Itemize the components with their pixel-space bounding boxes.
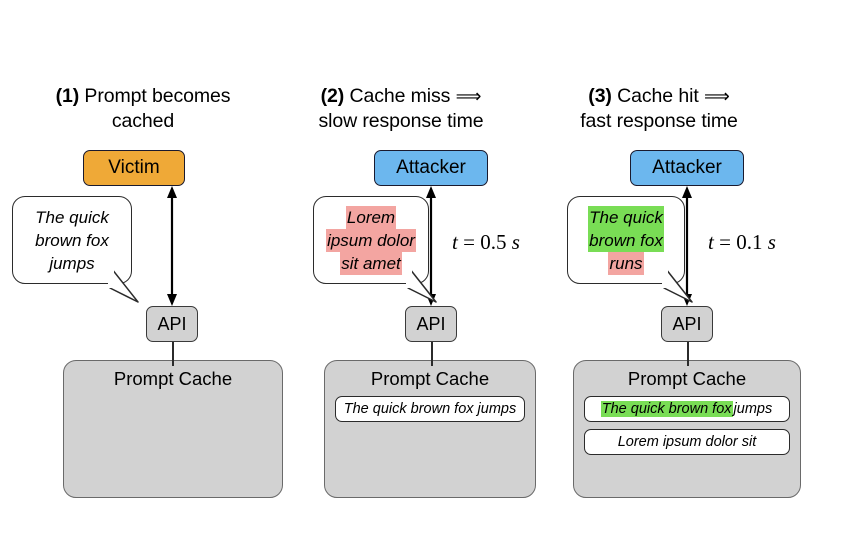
actor-label: Attacker: [396, 157, 466, 178]
panel-title-number: (2): [320, 85, 345, 107]
implies-arrow-icon: ⟹: [455, 86, 482, 107]
panel-title-line1: Prompt becomes: [79, 85, 231, 107]
panel-title: (3) Cache hit ⟹ fast response time: [516, 84, 802, 134]
cache-entry[interactable]: Lorem ipsum dolor sit: [584, 429, 790, 455]
cache-entry-segment: The quick brown fox: [600, 401, 733, 417]
panel-title-number: (1): [55, 85, 80, 107]
cache-entry-segment: Lorem ipsum dolor sit: [617, 434, 757, 450]
timing-value: 0.5: [480, 230, 507, 254]
api-box[interactable]: API: [405, 306, 457, 342]
speech-bubble-line: ipsum dolor: [326, 228, 416, 252]
speech-bubble-line: The quick: [588, 205, 664, 229]
timing-equals: =: [457, 230, 481, 254]
speech-bubble-text: The quick brown fox jumps: [28, 206, 116, 275]
bubble-text-segment: The quick: [588, 205, 664, 229]
implies-arrow-icon: ⟹: [703, 86, 730, 107]
prompt-cache-box: Prompt Cache: [63, 360, 283, 498]
diagram-canvas: (1) Prompt becomes cached Victim The quick b…: [0, 0, 860, 535]
bubble-text-segment: jumps: [49, 253, 95, 273]
speech-bubble-line: The quick: [34, 206, 110, 229]
prompt-cache-title: Prompt Cache: [627, 368, 747, 389]
cache-entry-segment: The quick brown fox jumps: [343, 401, 517, 417]
panel-title-line1: Cache hit: [611, 85, 704, 107]
speech-bubble-line: jumps: [34, 252, 110, 275]
timing-label: t = 0.1 s: [708, 230, 776, 255]
speech-bubble-text: Lorem ipsum dolor sit amet: [320, 205, 422, 275]
panel-1: (1) Prompt becomes cached Victim The quick b…: [0, 0, 286, 535]
cache-entry[interactable]: The quick brown fox jumps: [584, 396, 790, 422]
api-label: API: [157, 313, 187, 334]
api-box[interactable]: API: [661, 306, 713, 342]
panel-3: (3) Cache hit ⟹ fast response time Attacke…: [516, 0, 802, 535]
panel-title-line1: Cache miss: [344, 85, 456, 107]
bubble-text-segment: sit amet: [340, 251, 402, 275]
speech-bubble-line: brown fox: [588, 228, 664, 252]
speech-bubble-line: brown fox: [34, 229, 110, 252]
speech-bubble: Lorem ipsum dolor sit amet: [313, 196, 429, 284]
panel-title: (1) Prompt becomes cached: [0, 84, 286, 134]
speech-bubble-line: runs: [588, 251, 664, 275]
actor-label: Attacker: [652, 157, 722, 178]
actor-box-attacker[interactable]: Attacker: [630, 150, 744, 186]
bubble-text-segment: The quick: [35, 207, 109, 227]
actor-box-victim[interactable]: Victim: [83, 150, 185, 186]
request-response-arrow: [167, 186, 177, 306]
speech-bubble: The quick brown fox jumps: [12, 196, 132, 284]
panel-title-line2: fast response time: [580, 110, 738, 132]
bubble-text-segment: brown fox: [35, 230, 109, 250]
api-label: API: [416, 313, 446, 334]
prompt-cache-box: Prompt Cache The quick brown fox jumps Lor…: [573, 360, 801, 498]
speech-bubble: The quick brown fox runs: [567, 196, 685, 284]
actor-box-attacker[interactable]: Attacker: [374, 150, 488, 186]
panel-title-line2: cached: [111, 110, 175, 132]
speech-bubble-line: sit amet: [326, 251, 416, 275]
api-box[interactable]: API: [146, 306, 198, 342]
bubble-text-segment: brown fox: [588, 228, 664, 252]
prompt-cache-title: Prompt Cache: [370, 368, 490, 389]
cache-entry-segment: jumps: [733, 401, 773, 417]
bubble-text-segment: runs: [608, 251, 644, 275]
panel-title-line2: slow response time: [318, 110, 484, 132]
bubble-text-segment: ipsum dolor: [326, 228, 416, 252]
speech-bubble-text: The quick brown fox runs: [582, 205, 670, 275]
timing-value: 0.1: [736, 230, 763, 254]
prompt-cache-box: Prompt Cache The quick brown fox jumps: [324, 360, 536, 498]
panel-2: (2) Cache miss ⟹ slow response time Attack…: [258, 0, 544, 535]
prompt-cache-title: Prompt Cache: [113, 368, 233, 389]
panel-title-number: (3): [588, 85, 612, 107]
bubble-text-segment: Lorem: [345, 205, 397, 229]
actor-label: Victim: [108, 157, 160, 178]
cache-entry[interactable]: The quick brown fox jumps: [335, 396, 525, 422]
timing-label: t = 0.5 s: [452, 230, 520, 255]
speech-bubble-line: Lorem: [326, 205, 416, 229]
timing-equals: =: [713, 230, 737, 254]
panel-title: (2) Cache miss ⟹ slow response time: [258, 84, 544, 134]
api-label: API: [672, 313, 702, 334]
timing-unit: s: [762, 230, 776, 254]
